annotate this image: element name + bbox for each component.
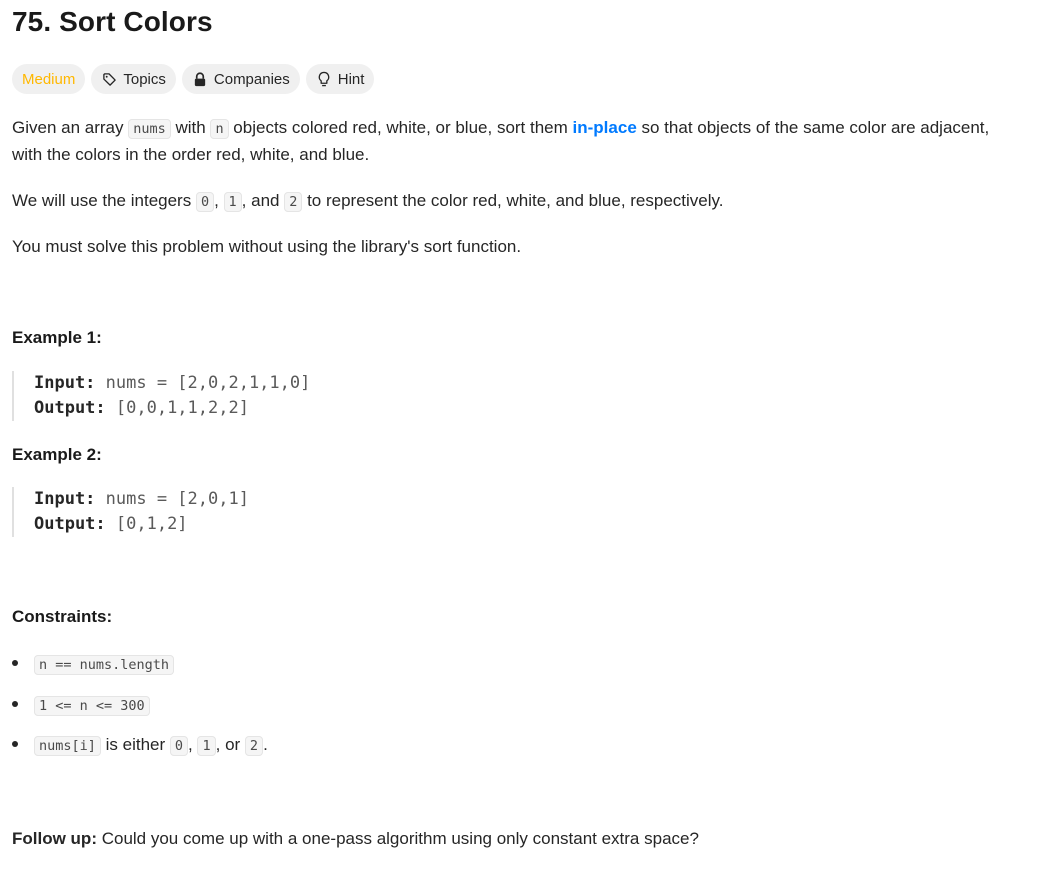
example-1-input: Input: nums = [2,0,2,1,1,0]: [34, 371, 310, 396]
example-2-heading: Example 2:: [12, 445, 102, 464]
topics-button[interactable]: Topics: [91, 64, 176, 94]
bullet-dot: [12, 740, 18, 747]
follow-up-text: Could you come up with a one-pass algori…: [96, 829, 699, 848]
constraint-code: n == nums.length: [34, 655, 175, 675]
code-n: n: [210, 119, 229, 139]
tag-icon: [101, 71, 117, 87]
companies-button[interactable]: Companies: [181, 64, 300, 94]
topics-label: Topics: [123, 70, 166, 88]
example-1-block: Input: nums = [2,0,2,1,1,0] Output: [0,0…: [12, 371, 310, 421]
constraint-item: nums[i] is either 0, 1, or 2.: [12, 735, 268, 756]
output-value: [0,0,1,1,2,2]: [105, 398, 249, 418]
code-2: 2: [284, 192, 303, 212]
code-1: 1: [223, 192, 242, 212]
output-value: [0,1,2]: [105, 514, 188, 534]
problem-title: 75. Sort Colors: [12, 6, 213, 37]
code-0: 0: [195, 192, 215, 212]
bullet-dot: [12, 659, 18, 666]
description-paragraph-3: You must solve this problem without usin…: [12, 237, 522, 256]
follow-up-label: Follow up:: [12, 829, 97, 848]
code-nums: nums: [128, 119, 171, 139]
difficulty-badge: Medium: [12, 64, 86, 94]
text: , and: [241, 191, 285, 210]
constraint-item: 1 <= n <= 300: [12, 695, 150, 716]
example-1-heading: Example 1:: [12, 328, 102, 347]
text: , or: [215, 735, 245, 754]
example-2-block: Input: nums = [2,0,1] Output: [0,1,2]: [12, 487, 249, 537]
in-place-link[interactable]: in-place: [573, 118, 637, 137]
constraint-item: n == nums.length: [12, 654, 175, 675]
text: Given an array: [12, 118, 129, 137]
constraint-code: nums[i]: [34, 736, 101, 756]
output-label: Output:: [34, 514, 106, 534]
text: We will use the integers: [12, 191, 196, 210]
follow-up: Follow up: Could you come up with a one-…: [12, 826, 1022, 852]
example-2-output: Output: [0,1,2]: [34, 512, 249, 537]
lightbulb-icon: [316, 71, 332, 87]
text: is either: [100, 735, 170, 754]
companies-label: Companies: [213, 70, 290, 88]
input-value: nums = [2,0,1]: [95, 489, 249, 509]
output-label: Output:: [34, 398, 106, 418]
constraint-code: 1: [197, 736, 216, 756]
lock-icon: [192, 71, 208, 87]
hint-label: Hint: [337, 70, 365, 88]
description-paragraph-1: Given an array nums with n objects color…: [12, 115, 1022, 168]
constraints-heading: Constraints:: [12, 607, 113, 626]
description-paragraph-2: We will use the integers 0, 1, and 2 to …: [12, 188, 1022, 215]
text: objects colored red, white, or blue, sor…: [228, 118, 573, 137]
text: .: [263, 735, 268, 754]
problem-tags: Medium Topics Companies Hint: [12, 64, 375, 94]
input-label: Input:: [34, 489, 96, 509]
example-1-output: Output: [0,0,1,1,2,2]: [34, 396, 310, 421]
example-2-input: Input: nums = [2,0,1]: [34, 487, 249, 512]
text: with: [170, 118, 211, 137]
text: to represent the color red, white, and b…: [302, 191, 724, 210]
text: ,: [214, 191, 224, 210]
constraint-code: 0: [169, 736, 189, 756]
constraint-code: 1 <= n <= 300: [34, 696, 150, 716]
input-value: nums = [2,0,2,1,1,0]: [95, 373, 311, 393]
hint-button[interactable]: Hint: [305, 64, 375, 94]
bullet-dot: [12, 700, 18, 707]
constraint-code: 2: [244, 736, 264, 756]
input-label: Input:: [34, 373, 96, 393]
